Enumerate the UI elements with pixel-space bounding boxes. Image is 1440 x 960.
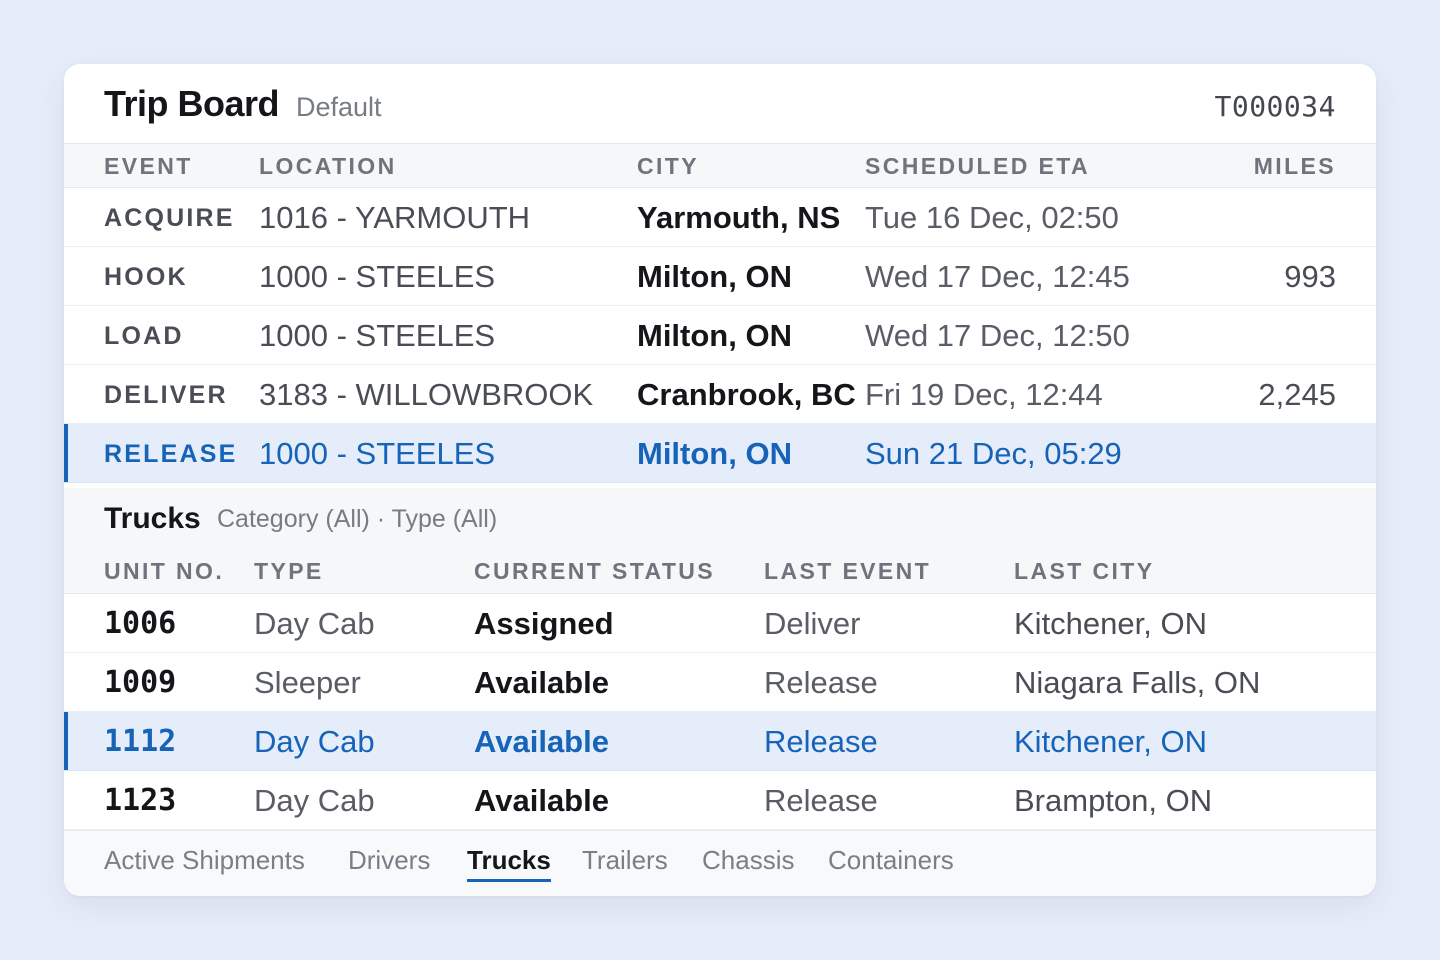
tab-containers[interactable]: Containers	[828, 845, 954, 876]
trip-eta: Wed 17 Dec, 12:45	[865, 259, 1130, 294]
trip-eta: Wed 17 Dec, 12:50	[865, 318, 1130, 353]
truck-unit: 1123	[104, 783, 177, 818]
truck-last-event: Release	[764, 724, 878, 759]
trip-location: 1016 - YARMOUTH	[259, 200, 531, 235]
column-header-type[interactable]: TYPE	[254, 558, 324, 585]
column-header-location[interactable]: LOCATION	[259, 153, 397, 180]
column-header-miles[interactable]: MILES	[1254, 153, 1336, 180]
truck-row-selected[interactable]: 1112 Day Cab Available Release Kitchener…	[64, 712, 1376, 771]
trip-location: 1000 - STEELES	[259, 318, 496, 353]
tab-trucks[interactable]: Trucks	[467, 845, 551, 882]
board-view-name[interactable]: Default	[296, 92, 382, 123]
trip-table-header: EVENT LOCATION CITY SCHEDULED ETA MILES	[64, 144, 1376, 188]
trip-eta: Fri 19 Dec, 12:44	[865, 377, 1103, 412]
truck-status: Available	[474, 724, 609, 759]
trip-row[interactable]: LOAD 1000 - STEELES Milton, ON Wed 17 De…	[64, 306, 1376, 365]
trip-eta: Sun 21 Dec, 05:29	[865, 436, 1122, 471]
trip-location: 3183 - WILLOWBROOK	[259, 377, 594, 412]
trip-city: Milton, ON	[637, 318, 792, 353]
truck-last-event: Release	[764, 665, 878, 700]
truck-type: Sleeper	[254, 665, 361, 700]
trip-event: ACQUIRE	[104, 204, 235, 232]
trip-city: Yarmouth, NS	[637, 200, 841, 235]
tab-trailers[interactable]: Trailers	[582, 845, 668, 876]
truck-last-city: Kitchener, ON	[1014, 606, 1207, 641]
trucks-filter[interactable]: Category (All) · Type (All)	[217, 505, 497, 534]
tab-active-shipments[interactable]: Active Shipments	[104, 845, 305, 876]
tab-drivers[interactable]: Drivers	[348, 845, 430, 876]
column-header-scheduled-eta[interactable]: SCHEDULED ETA	[865, 153, 1090, 180]
column-header-current-status[interactable]: CURRENT STATUS	[474, 558, 715, 585]
trucks-section-header: Trucks Category (All) · Type (All) UNIT …	[64, 488, 1376, 594]
truck-last-city: Kitchener, ON	[1014, 724, 1207, 759]
truck-type: Day Cab	[254, 724, 375, 759]
truck-row[interactable]: 1009 Sleeper Available Release Niagara F…	[64, 653, 1376, 712]
truck-row[interactable]: 1123 Day Cab Available Release Brampton,…	[64, 771, 1376, 830]
trip-row-selected[interactable]: RELEASE 1000 - STEELES Milton, ON Sun 21…	[64, 424, 1376, 483]
truck-unit: 1006	[104, 606, 177, 641]
column-header-last-city[interactable]: LAST CITY	[1014, 558, 1154, 585]
trip-city: Milton, ON	[637, 259, 792, 294]
truck-unit: 1112	[104, 724, 177, 759]
trip-row[interactable]: HOOK 1000 - STEELES Milton, ON Wed 17 De…	[64, 247, 1376, 306]
trip-board-card: Trip Board Default T000034 EVENT LOCATIO…	[64, 64, 1376, 896]
trip-miles: 2,245	[1258, 377, 1336, 412]
truck-row[interactable]: 1006 Day Cab Assigned Deliver Kitchener,…	[64, 594, 1376, 653]
truck-unit: 1009	[104, 665, 177, 700]
trip-event: HOOK	[104, 263, 188, 291]
trip-city: Milton, ON	[637, 436, 792, 471]
card-header: Trip Board Default T000034	[64, 64, 1376, 144]
trip-event: LOAD	[104, 322, 184, 350]
trucks-title: Trucks	[104, 502, 201, 535]
column-header-last-event[interactable]: LAST EVENT	[764, 558, 931, 585]
trip-location: 1000 - STEELES	[259, 259, 496, 294]
trip-row[interactable]: DELIVER 3183 - WILLOWBROOK Cranbrook, BC…	[64, 365, 1376, 424]
column-header-unit-no[interactable]: UNIT NO.	[104, 558, 224, 585]
trip-eta: Tue 16 Dec, 02:50	[865, 200, 1119, 235]
truck-status: Assigned	[474, 606, 614, 641]
trip-miles: 993	[1284, 259, 1336, 294]
trip-row[interactable]: ACQUIRE 1016 - YARMOUTH Yarmouth, NS Tue…	[64, 188, 1376, 247]
trip-city: Cranbrook, BC	[637, 377, 856, 412]
column-header-city[interactable]: CITY	[637, 153, 699, 180]
page-title: Trip Board	[104, 83, 280, 124]
trip-event: DELIVER	[104, 381, 228, 409]
truck-type: Day Cab	[254, 783, 375, 818]
truck-last-city: Brampton, ON	[1014, 783, 1213, 818]
trip-event: RELEASE	[104, 440, 238, 468]
trip-id: T000034	[1214, 90, 1336, 123]
tab-chassis[interactable]: Chassis	[702, 845, 794, 876]
truck-last-city: Niagara Falls, ON	[1014, 665, 1261, 700]
truck-type: Day Cab	[254, 606, 375, 641]
bottom-tab-bar: Active Shipments Drivers Trucks Trailers…	[64, 830, 1376, 896]
truck-status: Available	[474, 783, 609, 818]
truck-last-event: Release	[764, 783, 878, 818]
truck-last-event: Deliver	[764, 606, 861, 641]
column-header-event[interactable]: EVENT	[104, 153, 193, 180]
truck-status: Available	[474, 665, 609, 700]
trip-location: 1000 - STEELES	[259, 436, 496, 471]
